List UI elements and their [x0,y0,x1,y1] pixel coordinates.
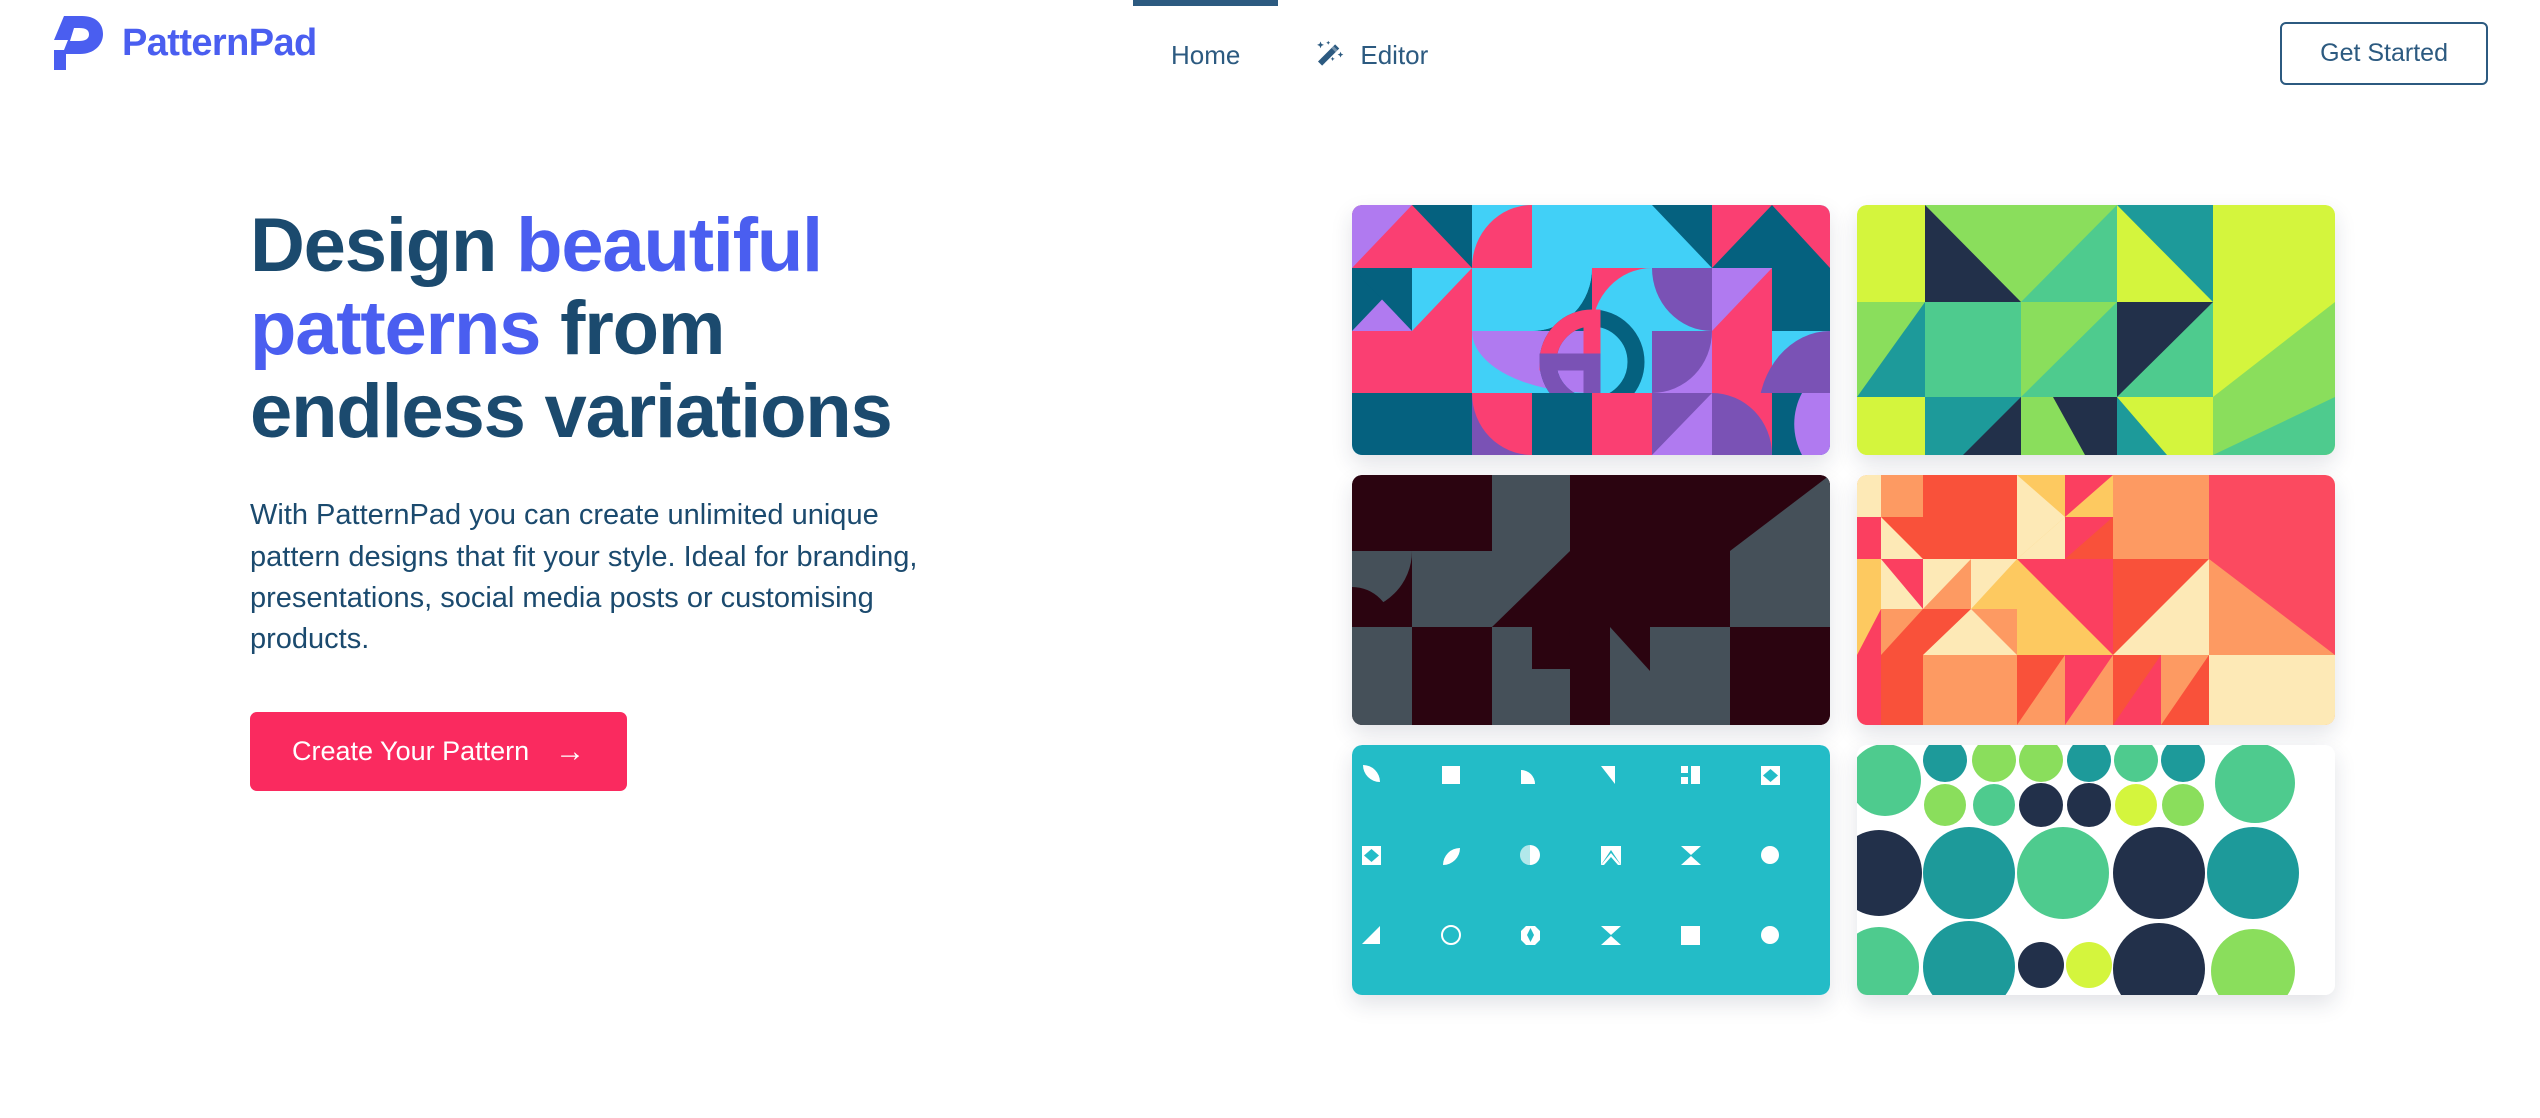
get-started-button[interactable]: Get Started [2280,22,2488,85]
glyph-diamond-dot [1521,926,1540,945]
main-navigation: Home Editor [1133,0,1466,110]
hero-description: With PatternPad you can create unlimited… [250,499,918,655]
brand-logo-link[interactable]: PatternPad [52,14,317,72]
pattern-preview-grid [1352,205,2340,995]
nav-item-editor[interactable]: Editor [1278,0,1466,110]
brand-name: PatternPad [122,22,317,64]
nav-item-home[interactable]: Home [1133,0,1279,110]
nav-item-label: Editor [1360,39,1429,70]
glyph-diamond-in-square-2 [1362,846,1381,865]
pattern-tile-triangles-green[interactable] [1857,205,2335,455]
pattern-tile-triangles-orange[interactable] [1857,475,2335,725]
pattern-tile-geometric-pink-cyan[interactable] [1352,205,1830,455]
headline-part-plain-1: Design [250,203,517,288]
pattern-tile-geometric-dark[interactable] [1352,475,1830,725]
pattern-tile-glyph-grid-teal[interactable] [1352,745,1830,995]
site-header: PatternPad Home Editor Get Started [0,0,2540,110]
page-title: Design beautiful patterns from endless v… [250,203,1010,453]
hero-text-column: Design beautiful patterns from endless v… [250,203,1010,792]
glyph-arrow-up-box [1601,846,1621,865]
pattern-tile-circles-green[interactable] [1857,745,2335,995]
glyph-square-2 [1681,926,1700,945]
create-your-pattern-label: Create Your Pattern [292,736,530,767]
magic-wand-icon [1316,40,1346,70]
landing-page: PatternPad Home Editor Get Started Desig… [0,0,2540,1118]
nav-item-label: Home [1171,39,1241,70]
patternpad-p-logo-icon [52,14,104,72]
arrow-right-icon: → [555,734,586,768]
create-your-pattern-button[interactable]: Create Your Pattern → [250,712,628,792]
glyph-circle-2 [1761,926,1779,944]
glyph-half-circle [1520,845,1540,865]
glyph-square [1442,766,1460,784]
glyph-diamond-in-square [1761,766,1780,785]
glyph-circle [1761,846,1779,864]
